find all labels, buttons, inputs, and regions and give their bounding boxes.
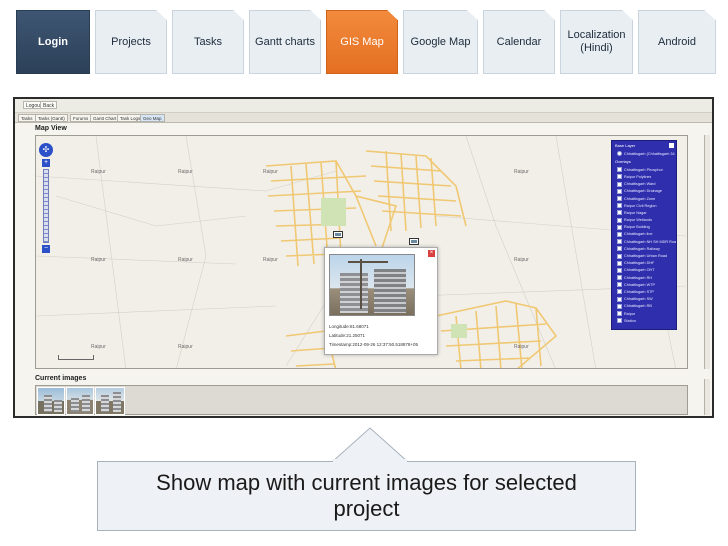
- slide: Login Projects Tasks Gantt charts GIS Ma…: [0, 0, 728, 546]
- callout-text: Show map with current images for selecte…: [156, 470, 577, 521]
- callout-box: Show map with current images for selecte…: [97, 461, 636, 531]
